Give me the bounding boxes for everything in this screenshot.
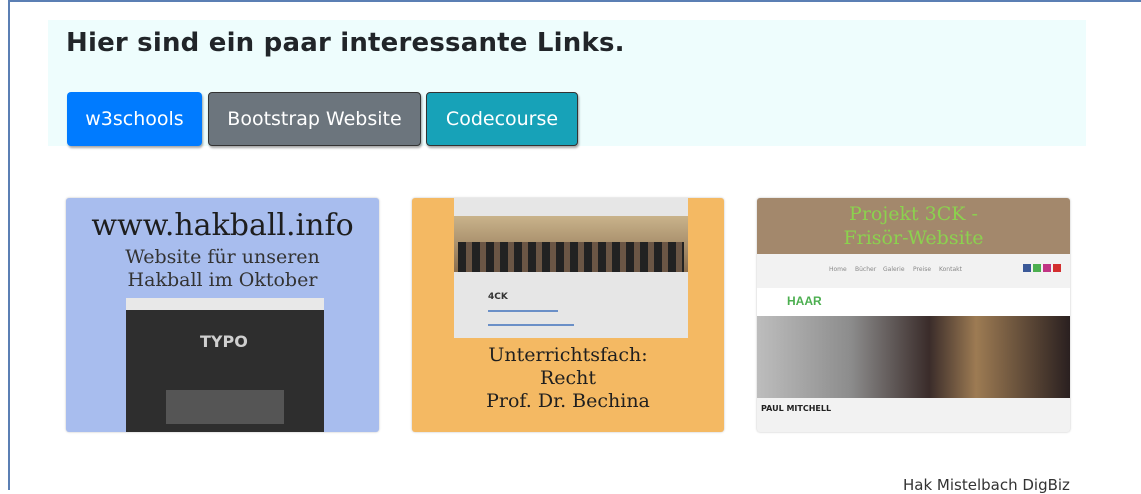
youtube-icon — [1053, 264, 1061, 272]
screenshot-panel — [166, 390, 284, 424]
card-hakball-subtitle: Website für unseren Hakball im Oktober — [66, 246, 379, 292]
card-hakball-screenshot: TYPO — [126, 298, 324, 432]
nav-kontakt: Kontakt — [939, 266, 962, 273]
jumbotron-title: Hier sind ein paar interessante Links. — [66, 28, 625, 58]
card-recht-screenshot: 4CK — [454, 198, 688, 338]
card-frisoer-header: Projekt 3CK - Frisör-Website — [757, 198, 1070, 254]
screenshot-link — [488, 324, 574, 326]
partner-logos: HAAR — [757, 288, 1070, 316]
card-frisoer-title-line1: Projekt 3CK - — [849, 203, 978, 225]
facebook-icon — [1023, 264, 1031, 272]
salon-photo — [757, 316, 1070, 398]
instagram-icon — [1043, 264, 1051, 272]
nav-preise: Preise — [913, 266, 932, 273]
card-recht[interactable]: 4CK Unterrichtsfach: Recht Prof. Dr. Bec… — [412, 198, 724, 432]
class-photo — [454, 216, 688, 272]
bootstrap-website-button[interactable]: Bootstrap Website — [208, 92, 421, 146]
nav-buecher: Bücher — [855, 266, 877, 273]
card-recht-title-line1: Unterrichtsfach: — [488, 344, 648, 366]
nav-galerie: Galerie — [883, 266, 905, 273]
card-frisoer-footer-brand: PAUL MITCHELL — [761, 404, 832, 413]
card-frisoer-title-line2: Frisör-Website — [843, 227, 984, 249]
card-hakball-screenshot-brand: TYPO — [200, 332, 248, 351]
card-frisoer[interactable]: Projekt 3CK - Frisör-Website Home Bücher… — [757, 198, 1070, 432]
card-frisoer-title: Projekt 3CK - Frisör-Website — [757, 202, 1070, 250]
haar-logo: HAAR — [787, 294, 822, 308]
codecourse-button[interactable]: Codecourse — [426, 92, 578, 146]
screenshot-link — [488, 310, 558, 312]
w3schools-button[interactable]: w3schools — [67, 92, 202, 146]
links-jumbotron: Hier sind ein paar interessante Links. w… — [48, 20, 1086, 146]
card-hakball-subtitle-line2: Hakball im Oktober — [127, 269, 318, 291]
card-recht-class-label: 4CK — [488, 292, 508, 302]
card-hakball-subtitle-line1: Website für unseren — [125, 246, 320, 268]
card-recht-title-line2: Recht — [539, 367, 597, 389]
browser-bar — [126, 298, 324, 310]
card-hakball[interactable]: www.hakball.info Website für unseren Hak… — [66, 198, 379, 432]
footer-text: Hak Mistelbach DigBiz — [903, 476, 1070, 494]
nav-home: Home — [829, 266, 847, 273]
card-recht-title-line3: Prof. Dr. Bechina — [486, 390, 650, 412]
social-icon — [1033, 264, 1041, 272]
card-recht-title: Unterrichtsfach: Recht Prof. Dr. Bechina — [412, 344, 724, 413]
card-hakball-title: www.hakball.info — [91, 208, 354, 243]
class-photo-people — [458, 242, 684, 272]
